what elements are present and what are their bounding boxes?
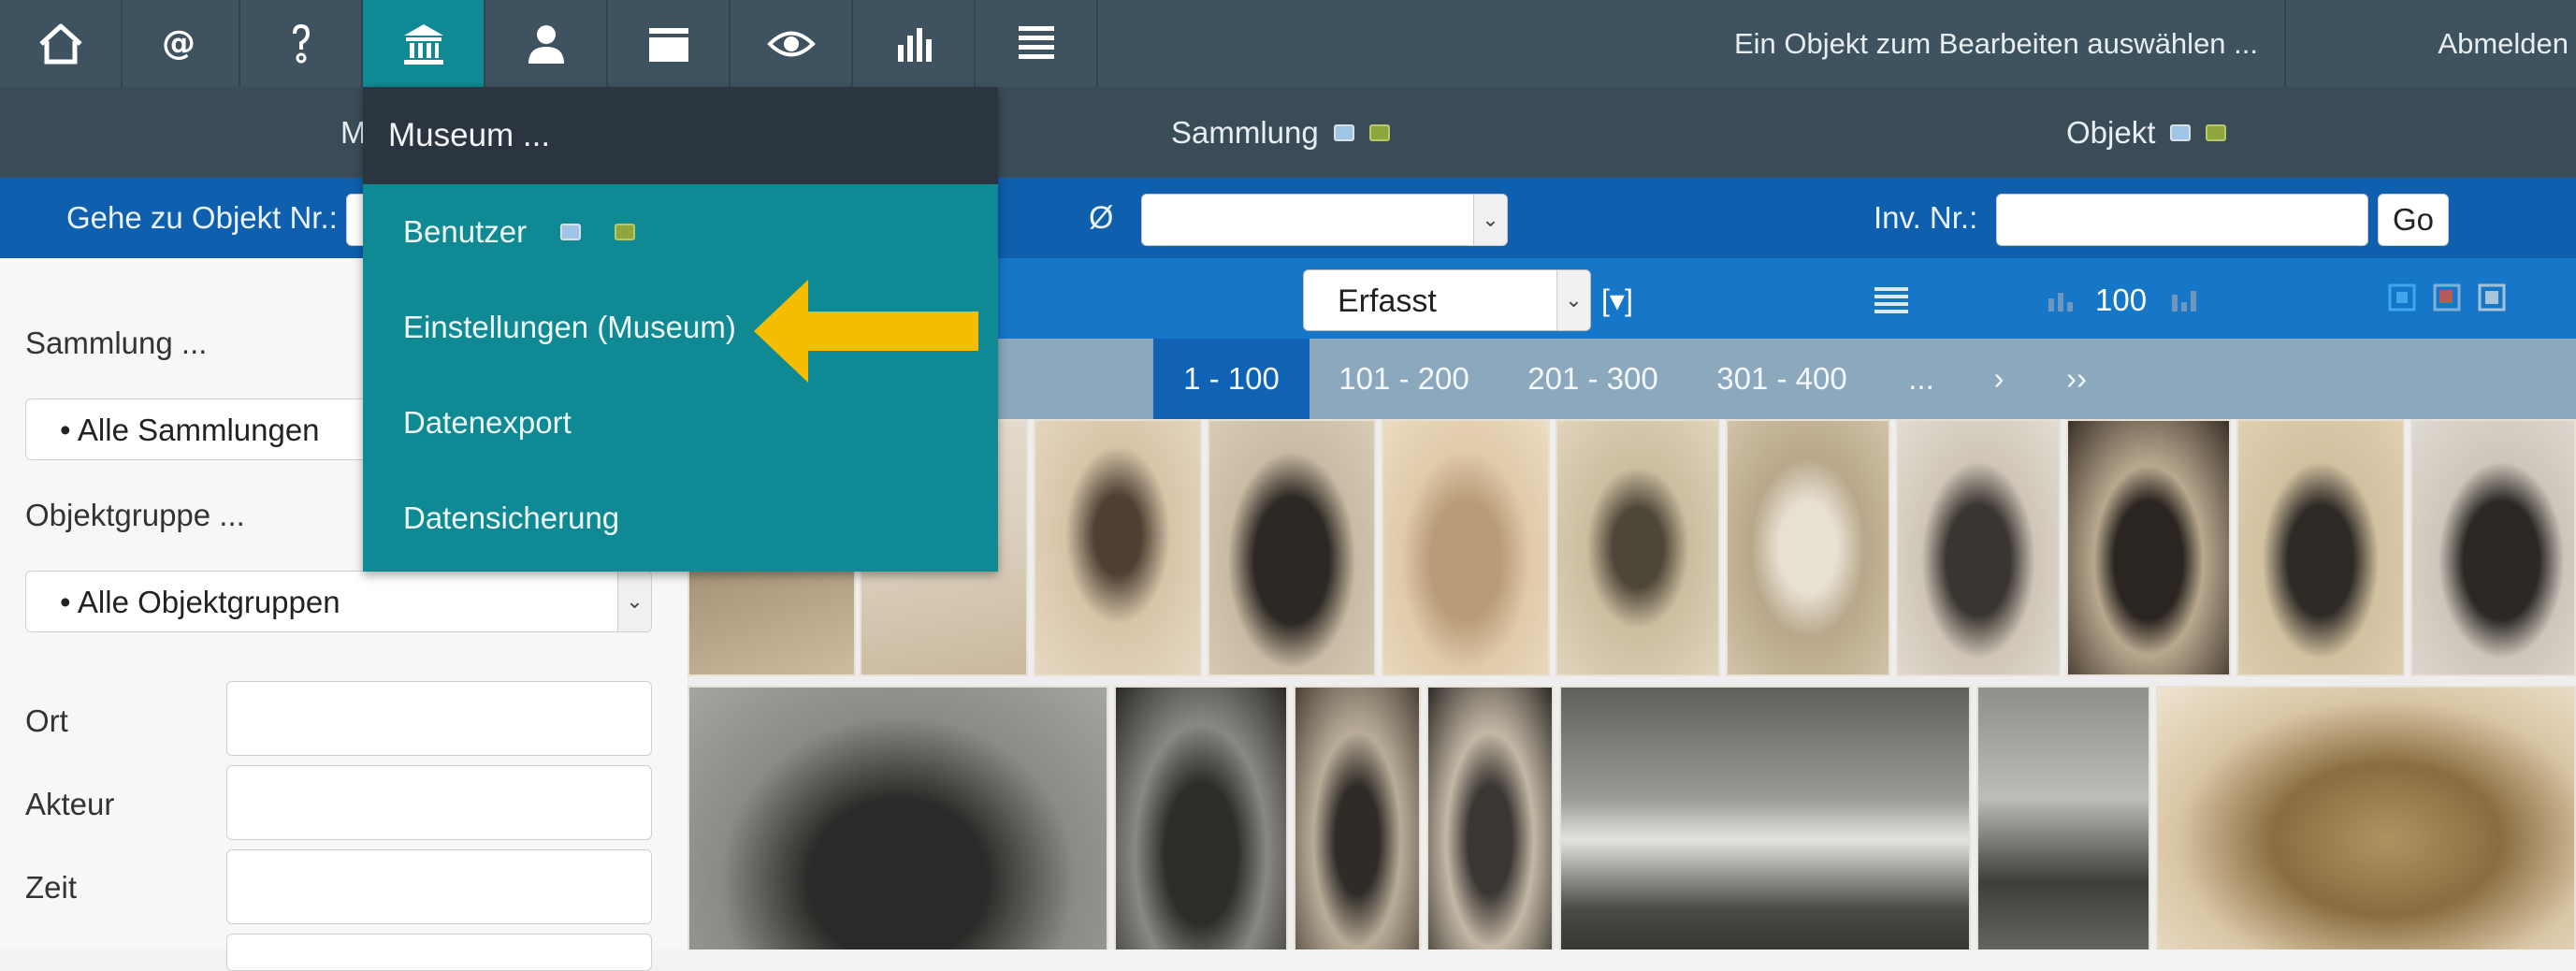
clapperboard-icon: [648, 27, 688, 62]
sammlung-label: Sammlung: [1171, 114, 1319, 150]
home-icon: [38, 23, 82, 64]
top-navigation-bar: @ Ein Objekt zum Bearbeiten auswählen ..…: [0, 0, 2576, 87]
object-thumbnail[interactable]: [687, 686, 1108, 949]
sammlung-filter-label: Sammlung ...: [25, 326, 208, 360]
objektgruppe-filter-value: • Alle Objektgruppen: [60, 585, 340, 619]
akteur-label: Akteur: [25, 787, 115, 821]
nav-museum-button[interactable]: [363, 0, 485, 87]
nav-user-button[interactable]: [485, 0, 608, 87]
benutzer-view-icon[interactable]: [560, 224, 582, 240]
object-thumbnail[interactable]: [1559, 686, 1971, 949]
museum-dropdown-menu: Museum ... Benutzer Einstellungen (Museu…: [363, 87, 998, 572]
object-thumbnail[interactable]: [2066, 419, 2231, 676]
page-link-3[interactable]: 201 - 300: [1498, 339, 1687, 419]
object-thumbnail[interactable]: [1114, 686, 1288, 949]
object-thumbnail[interactable]: [1896, 419, 2061, 676]
next-page-button[interactable]: ›: [1966, 339, 2032, 419]
highlight-arrow-icon: [754, 280, 978, 383]
nav-statistics-button[interactable]: [853, 0, 976, 87]
menu-item-label: Datenexport: [403, 405, 572, 440]
svg-text:@: @: [162, 24, 195, 63]
diameter-select[interactable]: ⌄: [1141, 194, 1508, 246]
list-icon: [1018, 25, 1054, 59]
menu-item-datenexport[interactable]: Datenexport: [363, 375, 998, 471]
question-icon: [292, 23, 310, 63]
page-link-4[interactable]: 301 - 400: [1687, 339, 1876, 419]
logout-link[interactable]: Abmelden: [2286, 0, 2576, 87]
sammlung-filter-value: • Alle Sammlungen: [60, 413, 320, 447]
chevron-down-icon: ⌄: [1473, 195, 1507, 245]
menu-item-label: Einstellungen (Museum): [403, 310, 736, 344]
medium-thumbnails-icon[interactable]: [2432, 283, 2462, 312]
additional-filter-input[interactable]: [226, 934, 652, 971]
museum-icon: [403, 23, 443, 65]
goto-object-label: Gehe zu Objekt Nr.:: [66, 200, 338, 235]
object-thumbnail[interactable]: [1426, 686, 1554, 949]
selection-status-text: Ein Objekt zum Bearbeiten auswählen ...: [1733, 26, 2258, 60]
object-thumbnail[interactable]: [1382, 419, 1550, 676]
page-ellipsis: ...: [1908, 361, 1934, 396]
inv-number-label: Inv. Nr.:: [1874, 200, 1978, 235]
objektgruppe-filter-select[interactable]: • Alle Objektgruppen ⌄: [25, 571, 652, 632]
nav-home-button[interactable]: [0, 0, 123, 87]
ort-label: Ort: [25, 703, 68, 738]
nav-media-button[interactable]: [608, 0, 731, 87]
object-thumbnail[interactable]: [1726, 419, 1890, 676]
status-select[interactable]: Erfasst ⌄: [1303, 269, 1591, 331]
akteur-input[interactable]: [226, 765, 652, 840]
ort-input[interactable]: [226, 681, 652, 756]
status-select-value: Erfasst: [1338, 283, 1437, 319]
menu-item-label: Benutzer: [403, 214, 528, 249]
go-button[interactable]: Go: [2378, 194, 2449, 246]
object-thumbnail[interactable]: [1976, 686, 2150, 949]
sammlung-selector[interactable]: Sammlung: [1171, 87, 1390, 178]
inv-number-input[interactable]: [1996, 194, 2368, 246]
menu-item-label: Datensicherung: [403, 500, 620, 535]
objekt-edit-icon[interactable]: [2206, 123, 2227, 141]
decrease-page-size-icon[interactable]: [2045, 281, 2082, 318]
nav-view-button[interactable]: [731, 0, 853, 87]
objekt-label: Objekt: [2066, 114, 2156, 150]
nav-list-button[interactable]: [976, 0, 1098, 87]
objekt-selector[interactable]: Objekt: [2066, 87, 2227, 178]
object-thumbnail[interactable]: [2410, 419, 2576, 676]
nav-contact-button[interactable]: @: [118, 0, 240, 87]
user-icon: [528, 24, 564, 64]
benutzer-edit-icon[interactable]: [615, 224, 636, 240]
large-thumbnails-icon[interactable]: [2477, 283, 2507, 312]
object-thumbnail[interactable]: [1294, 686, 1421, 949]
small-thumbnails-icon[interactable]: [2387, 283, 2417, 312]
page-link-2[interactable]: 101 - 200: [1310, 339, 1498, 419]
eye-icon: [766, 31, 816, 56]
object-thumbnail[interactable]: [1208, 419, 1376, 676]
chevron-down-icon: ⌄: [617, 572, 651, 631]
menu-item-datensicherung[interactable]: Datensicherung: [363, 471, 998, 566]
filter-toggle-icon[interactable]: [▾]: [1601, 271, 1633, 329]
object-thumbnail[interactable]: [2156, 686, 2576, 949]
chevron-down-icon: ⌄: [1556, 270, 1590, 330]
object-thumbnail[interactable]: [1034, 419, 1202, 676]
menu-item-benutzer[interactable]: Benutzer: [363, 184, 998, 280]
museum-menu-header[interactable]: Museum ...: [363, 87, 998, 184]
at-sign-icon: @: [162, 24, 195, 63]
page-size-value: 100: [2095, 283, 2148, 317]
diameter-icon: Ø: [1089, 199, 1114, 236]
zeit-label: Zeit: [25, 870, 78, 905]
last-page-button[interactable]: ››: [2032, 339, 2121, 419]
object-thumbnail[interactable]: [1556, 419, 1720, 676]
page-link-1[interactable]: 1 - 100: [1153, 339, 1310, 419]
objekt-view-icon[interactable]: [2170, 123, 2192, 141]
increase-page-size-icon[interactable]: [2168, 281, 2206, 318]
sammlung-edit-icon[interactable]: [1368, 123, 1390, 141]
object-thumbnail[interactable]: [2236, 419, 2405, 676]
sammlung-view-icon[interactable]: [1333, 123, 1354, 141]
nav-help-button[interactable]: [240, 0, 363, 87]
zeit-input[interactable]: [226, 849, 652, 924]
bar-chart-icon: [897, 27, 932, 62]
list-view-icon[interactable]: [1871, 281, 1912, 318]
objektgruppe-filter-label: Objektgruppe ...: [25, 498, 245, 532]
